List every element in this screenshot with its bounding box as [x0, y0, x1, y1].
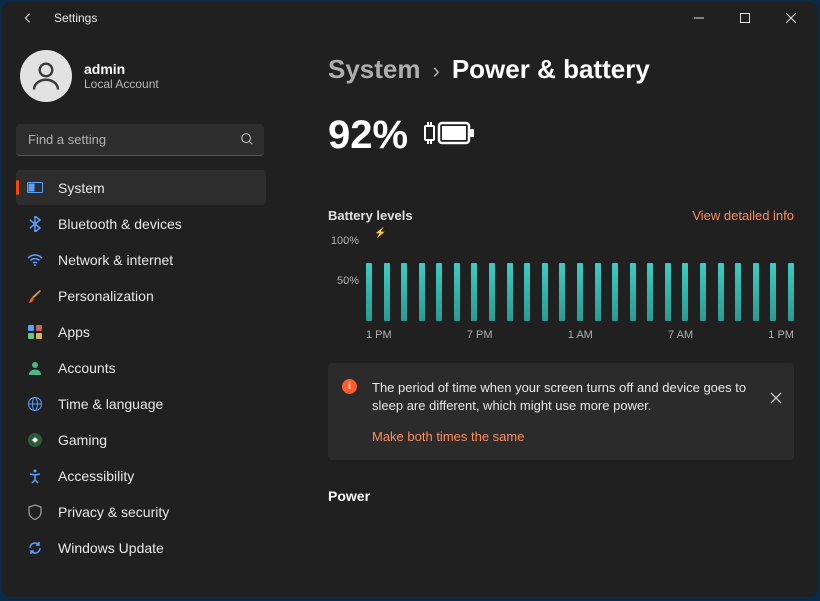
sidebar-item-label: Privacy & security: [58, 504, 169, 520]
sidebar-item-label: Personalization: [58, 288, 154, 304]
sidebar-item-system[interactable]: System: [16, 170, 266, 205]
chart-bar: [647, 263, 653, 321]
chart-bar: [366, 263, 372, 321]
sidebar-item-label: Accessibility: [58, 468, 134, 484]
chart-bar: [384, 263, 390, 321]
chart-title: Battery levels: [328, 208, 413, 223]
avatar: [20, 50, 72, 102]
sidebar-item-bluetooth[interactable]: Bluetooth & devices: [16, 206, 266, 241]
chart-bar: [700, 263, 706, 321]
power-section-title: Power: [328, 488, 794, 504]
sidebar-item-apps[interactable]: Apps: [16, 314, 266, 349]
chart-bar: [507, 263, 513, 321]
chart-bar: [471, 263, 477, 321]
gaming-icon: [26, 431, 44, 449]
minimize-button[interactable]: [676, 2, 722, 34]
battery-percent: 92%: [328, 113, 408, 158]
view-detailed-info-link[interactable]: View detailed info: [692, 208, 794, 223]
battery-chart: 100% 50% ⚡ 1 PM 7 PM 1 AM 7 AM 1 PM: [328, 231, 794, 341]
chart-bar: [524, 263, 530, 321]
sidebar-item-privacy[interactable]: Privacy & security: [16, 494, 266, 529]
chart-bar: [753, 263, 759, 321]
globe-icon: [26, 395, 44, 413]
make-same-link[interactable]: Make both times the same: [372, 429, 750, 444]
breadcrumb-parent[interactable]: System: [328, 54, 421, 85]
apps-icon: [26, 323, 44, 341]
chart-bar: [577, 263, 583, 321]
brush-icon: [26, 287, 44, 305]
chart-bar: [436, 263, 442, 321]
chart-bar: [630, 263, 636, 321]
back-button[interactable]: [16, 6, 40, 30]
search-input[interactable]: [16, 124, 264, 156]
update-icon: [26, 539, 44, 557]
chart-xlabel: 1 AM: [568, 329, 593, 341]
sidebar-item-label: Apps: [58, 324, 90, 340]
sidebar-item-label: Bluetooth & devices: [58, 216, 182, 232]
bluetooth-icon: [26, 215, 44, 233]
chevron-right-icon: ›: [433, 58, 440, 84]
close-button[interactable]: [768, 2, 814, 34]
system-icon: [26, 179, 44, 197]
sidebar-item-label: Windows Update: [58, 540, 164, 556]
sidebar-item-gaming[interactable]: Gaming: [16, 422, 266, 457]
close-card-button[interactable]: [770, 391, 782, 409]
chart-bar: [735, 263, 741, 321]
chart-bar: [542, 263, 548, 321]
search-icon: [240, 132, 254, 151]
sidebar-item-time-language[interactable]: Time & language: [16, 386, 266, 421]
profile-block[interactable]: admin Local Account: [16, 46, 266, 120]
chart-bar: [454, 263, 460, 321]
wifi-icon: [26, 251, 44, 269]
battery-charging-icon: [422, 119, 476, 152]
chart-ylabel: 50%: [337, 275, 359, 287]
sidebar-item-network[interactable]: Network & internet: [16, 242, 266, 277]
sidebar-item-accessibility[interactable]: Accessibility: [16, 458, 266, 493]
chart-bar: [718, 263, 724, 321]
chart-bar: [770, 263, 776, 321]
sidebar-item-label: Gaming: [58, 432, 107, 448]
maximize-button[interactable]: [722, 2, 768, 34]
profile-type: Local Account: [84, 77, 159, 91]
chart-bar: [682, 263, 688, 321]
chart-xlabel: 1 PM: [768, 329, 794, 341]
profile-name: admin: [84, 61, 159, 77]
breadcrumb-current: Power & battery: [452, 54, 650, 85]
plug-icon: ⚡: [374, 228, 386, 239]
chart-bar: [788, 263, 794, 321]
sidebar-item-personalization[interactable]: Personalization: [16, 278, 266, 313]
chart-xlabel: 1 PM: [366, 329, 392, 341]
warning-text: The period of time when your screen turn…: [372, 379, 750, 415]
sidebar-item-label: System: [58, 180, 105, 196]
chart-bar: [419, 263, 425, 321]
sidebar-item-windows-update[interactable]: Windows Update: [16, 530, 266, 565]
chart-bar: [612, 263, 618, 321]
chart-ylabel: 100%: [331, 235, 359, 247]
chart-bar: [665, 263, 671, 321]
chart-xlabel: 7 AM: [668, 329, 693, 341]
power-warning-card: i The period of time when your screen tu…: [328, 363, 794, 460]
chart-bar: [401, 263, 407, 321]
accounts-icon: [26, 359, 44, 377]
chart-bar: [489, 263, 495, 321]
breadcrumb: System › Power & battery: [328, 54, 794, 85]
chart-xlabel: 7 PM: [467, 329, 493, 341]
sidebar-item-label: Time & language: [58, 396, 163, 412]
search-container: [16, 124, 264, 156]
info-icon: i: [342, 379, 357, 394]
window-title: Settings: [54, 11, 97, 25]
chart-bar: [595, 263, 601, 321]
shield-icon: [26, 503, 44, 521]
sidebar-item-label: Network & internet: [58, 252, 173, 268]
accessibility-icon: [26, 467, 44, 485]
sidebar-item-label: Accounts: [58, 360, 116, 376]
sidebar-item-accounts[interactable]: Accounts: [16, 350, 266, 385]
chart-bar: [559, 263, 565, 321]
